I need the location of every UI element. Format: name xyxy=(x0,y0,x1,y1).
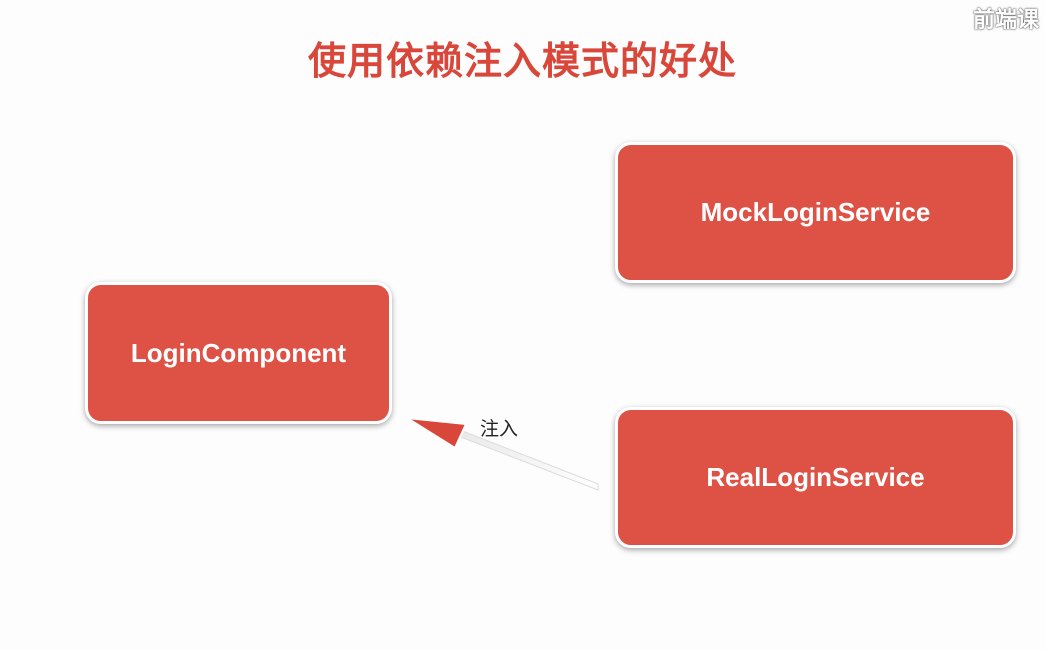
mock-login-service-label: MockLoginService xyxy=(700,197,931,227)
inject-arrow-label: 注入 xyxy=(480,418,519,440)
slide: 前端课 使用依赖注入模式的好处 MockLoginService LoginCo… xyxy=(0,0,1045,650)
real-login-service-box: RealLoginService xyxy=(615,407,1016,548)
arrow-shaft xyxy=(457,429,599,491)
real-login-service-label: RealLoginService xyxy=(706,462,925,492)
page-title: 使用依赖注入模式的好处 xyxy=(307,39,737,83)
arrow-head xyxy=(406,417,468,450)
login-component-label: LoginComponent xyxy=(130,337,347,368)
login-component-box: LoginComponent xyxy=(85,282,392,424)
mock-login-service-box: MockLoginService xyxy=(615,142,1016,283)
